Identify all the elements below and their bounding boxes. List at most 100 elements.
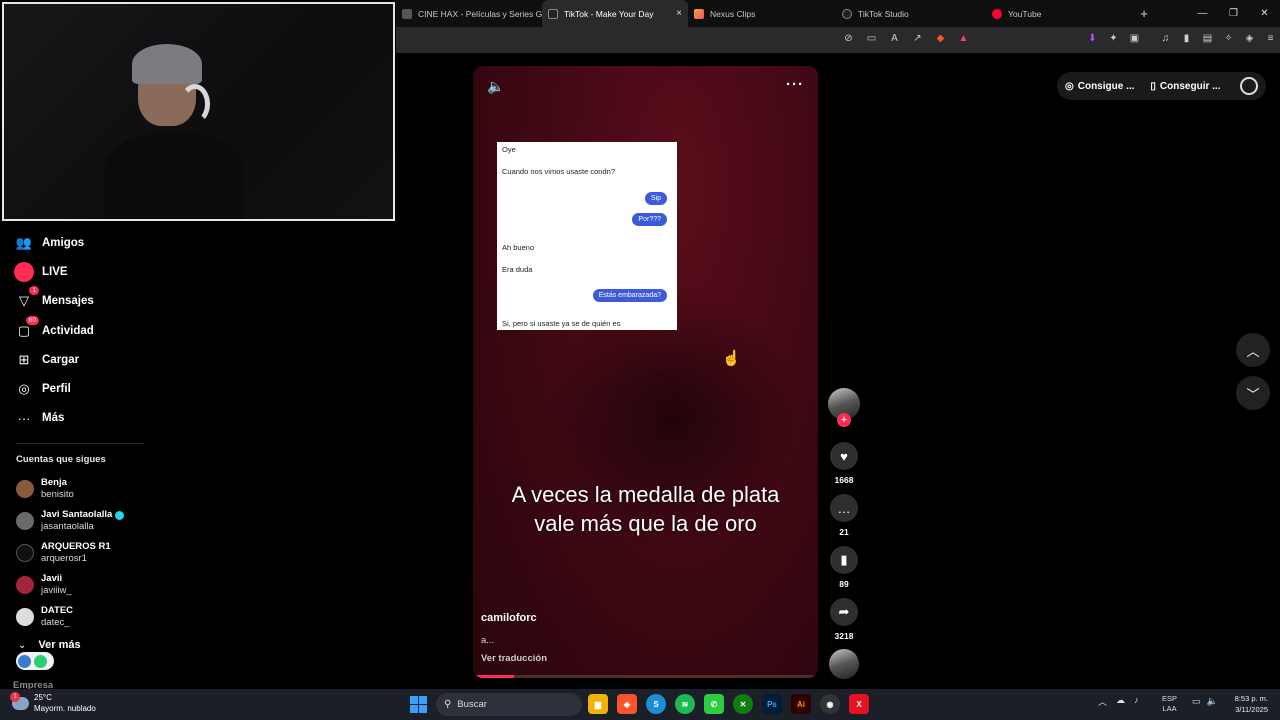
tab-label: TikTok Studio bbox=[858, 8, 909, 19]
app-x-icon[interactable]: X bbox=[849, 694, 869, 714]
brave-shield-icon[interactable]: ◆ bbox=[934, 32, 947, 45]
previous-video-button[interactable]: ︿ bbox=[1236, 333, 1270, 367]
following-item[interactable]: Javi Santaolalla jasantaolalla bbox=[0, 505, 160, 537]
like-count: 1668 bbox=[834, 475, 854, 485]
tab-label: YouTube bbox=[1008, 8, 1042, 19]
tab-label: TikTok - Make Your Day bbox=[564, 8, 654, 19]
save-count: 89 bbox=[839, 579, 849, 589]
comment-button[interactable]: … bbox=[830, 494, 858, 522]
more-icon: ··· bbox=[17, 410, 31, 426]
video-progress-bar[interactable] bbox=[473, 675, 818, 678]
vpn-icon[interactable]: ◈ bbox=[1243, 32, 1256, 45]
webcam-person-body bbox=[104, 134, 244, 219]
tab-cinehax[interactable]: CINE HAX - Películas y Series GRATIS bbox=[396, 0, 542, 27]
extensions-icon[interactable]: ✦ bbox=[1107, 32, 1120, 45]
sidebar-item-live[interactable]: LIVE bbox=[0, 257, 160, 286]
video-author[interactable]: camiloforc bbox=[481, 612, 537, 624]
chevron-up-icon[interactable]: ︿ bbox=[1098, 695, 1107, 708]
microphone-icon[interactable]: ♪ bbox=[1134, 695, 1139, 708]
brave-icon[interactable]: ◆ bbox=[617, 694, 637, 714]
xbox-icon[interactable]: ✕ bbox=[733, 694, 753, 714]
following-item[interactable]: Javii javiiiw_ bbox=[0, 569, 160, 601]
spotify-icon[interactable]: ≋ bbox=[675, 694, 695, 714]
sidebar-item-cargar[interactable]: ⊞ Cargar bbox=[0, 345, 160, 374]
cast-icon[interactable]: ▭ bbox=[865, 32, 878, 45]
avatar bbox=[16, 512, 34, 531]
translate-icon[interactable]: A bbox=[888, 32, 901, 45]
follow-plus-icon[interactable]: + bbox=[837, 413, 851, 427]
translate-link[interactable]: Ver traducción bbox=[481, 653, 547, 664]
taskbar-search[interactable]: ⚲ Buscar bbox=[436, 693, 582, 716]
app-icon[interactable]: S bbox=[646, 694, 666, 714]
sidebar-icon[interactable]: ▮ bbox=[1180, 32, 1193, 45]
illustrator-icon[interactable]: Ai bbox=[791, 694, 811, 714]
menu-icon[interactable]: ≡ bbox=[1264, 32, 1277, 45]
chevron-down-icon: ⌄ bbox=[18, 639, 27, 651]
sidebar-item-label: Más bbox=[42, 412, 65, 425]
share-button[interactable]: ➦ bbox=[830, 598, 858, 626]
new-tab-button[interactable]: + bbox=[1134, 6, 1154, 21]
chat-message: Era duda bbox=[502, 265, 533, 274]
video-description[interactable]: a... bbox=[481, 635, 494, 646]
like-button[interactable]: ♥ bbox=[830, 442, 858, 470]
avatar bbox=[16, 608, 34, 627]
sidebar-item-actividad[interactable]: ▢ 60 Actividad bbox=[0, 315, 160, 345]
share-icon[interactable]: ↗ bbox=[911, 32, 924, 45]
video-player[interactable]: 🔈 ··· Oye Cuando nos vimos usaste condn?… bbox=[473, 66, 818, 678]
following-item[interactable]: ARQUEROS R1 arquerosr1 bbox=[0, 537, 160, 569]
volume-icon[interactable]: 🔈 bbox=[1207, 696, 1218, 707]
minimize-icon[interactable]: — bbox=[1187, 8, 1218, 19]
messages-icon: ▽ 1 bbox=[14, 286, 39, 311]
webcam-person-cap bbox=[132, 44, 202, 84]
music-icon[interactable]: ♫ bbox=[1159, 32, 1172, 45]
sidebar-item-mas[interactable]: ··· Más bbox=[0, 404, 160, 433]
obs-icon[interactable]: ◉ bbox=[820, 694, 840, 714]
brave-rewards-icon[interactable]: ▲ bbox=[957, 32, 970, 45]
close-icon[interactable]: × bbox=[668, 8, 682, 19]
tab-tiktok[interactable]: TikTok - Make Your Day × bbox=[542, 0, 688, 27]
windows-start-icon[interactable] bbox=[410, 696, 427, 713]
maximize-icon[interactable]: ❐ bbox=[1218, 8, 1249, 19]
get-app-button[interactable]: ▯ Conseguir ... bbox=[1150, 81, 1220, 92]
save-button[interactable]: ▮ bbox=[830, 546, 858, 574]
coin-icon: ◎ bbox=[1065, 80, 1074, 92]
windows-taskbar: 1 25°C Mayorm. nublado ⚲ Buscar ▆ ◆ S ≋ … bbox=[0, 689, 1280, 720]
chevron-up-icon: ︿ bbox=[1246, 343, 1260, 359]
sidebar-item-amigos[interactable]: 👥 Amigos bbox=[0, 228, 160, 257]
onedrive-icon[interactable]: ☁ bbox=[1116, 695, 1125, 708]
wallet-icon[interactable]: ▤ bbox=[1201, 32, 1214, 45]
screenshot-icon[interactable]: ▣ bbox=[1128, 32, 1141, 45]
profile-avatar[interactable] bbox=[1240, 77, 1258, 95]
next-video-button[interactable]: ﹀ bbox=[1236, 376, 1270, 410]
download-icon[interactable]: ⬇ bbox=[1086, 32, 1099, 45]
leo-ai-icon[interactable]: ✧ bbox=[1222, 32, 1235, 45]
tab-tiktok-studio[interactable]: TikTok Studio bbox=[836, 0, 986, 27]
system-tray: ︿ ☁ ♪ bbox=[1098, 695, 1139, 708]
following-item[interactable]: DATEC datec_ bbox=[0, 601, 160, 633]
network-icon[interactable]: ▭ bbox=[1192, 696, 1201, 707]
clock-date: 3/11/2025 bbox=[1235, 705, 1268, 714]
sidebar-item-perfil[interactable]: ◎ Perfil bbox=[0, 374, 160, 403]
tab-youtube[interactable]: YouTube bbox=[986, 0, 1134, 27]
language-indicator[interactable]: ESP LAA bbox=[1162, 694, 1177, 714]
media-icon[interactable]: ⊘ bbox=[842, 32, 855, 45]
sidebar-item-mensajes[interactable]: ▽ 1 Mensajes bbox=[0, 286, 160, 316]
following-name: DATEC bbox=[41, 605, 74, 617]
close-window-icon[interactable]: ✕ bbox=[1249, 8, 1280, 19]
creator-avatar[interactable]: + bbox=[828, 388, 860, 427]
weather-widget[interactable]: 1 25°C Mayorm. nublado bbox=[10, 691, 96, 714]
get-coins-button[interactable]: ◎ Consigue ... bbox=[1065, 81, 1134, 92]
more-options-icon[interactable]: ··· bbox=[786, 76, 804, 93]
promo-pill[interactable] bbox=[16, 652, 54, 670]
file-explorer-icon[interactable]: ▆ bbox=[588, 694, 608, 714]
volume-icon[interactable]: 🔈 bbox=[487, 78, 504, 95]
live-icon bbox=[14, 261, 34, 282]
tab-nexus-clips[interactable]: Nexus Clips bbox=[688, 0, 836, 27]
music-disc-avatar[interactable] bbox=[829, 649, 859, 679]
taskbar-clock[interactable]: 8:53 p. m. 3/11/2025 bbox=[1222, 693, 1268, 715]
following-item[interactable]: Benja benisito bbox=[0, 473, 160, 505]
avatar bbox=[16, 480, 34, 499]
phone-link-icon[interactable]: ✆ bbox=[704, 694, 724, 714]
photoshop-icon[interactable]: Ps bbox=[762, 694, 782, 714]
get-coins-label: Consigue ... bbox=[1077, 80, 1135, 92]
